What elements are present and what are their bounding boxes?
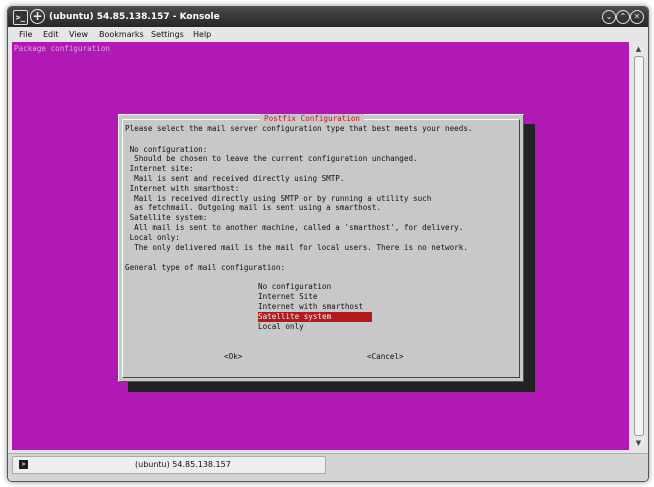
cancel-button[interactable]: <Cancel> bbox=[367, 352, 404, 362]
dialog-text-line: Mail is sent and received directly using… bbox=[125, 174, 345, 183]
menu-help[interactable]: Help bbox=[193, 29, 211, 41]
scrollbar-thumb[interactable] bbox=[634, 56, 644, 436]
tab-bar: > (ubuntu) 54.85.138.157 bbox=[8, 453, 648, 481]
chevron-up-circle-icon: ⌃ bbox=[619, 12, 627, 21]
dialog-prompt: Please select the mail server configurat… bbox=[125, 124, 473, 133]
option-local-only[interactable]: Local only bbox=[258, 322, 372, 332]
konsole-terminal-icon[interactable]: >_ bbox=[13, 10, 28, 25]
menu-edit[interactable]: Edit bbox=[43, 29, 59, 41]
terminal-icon: > bbox=[19, 460, 28, 469]
dialog-text-line: Should be chosen to leave the current co… bbox=[125, 154, 418, 163]
dialog-title: Postfix Configuration bbox=[260, 114, 365, 124]
plus-circle-icon[interactable]: + bbox=[30, 9, 45, 24]
option-satellite-system[interactable]: Satellite system bbox=[258, 312, 372, 322]
dialog-text-line: Internet site: bbox=[125, 164, 194, 173]
terminal-area[interactable]: Package configuration Postfix Configurat… bbox=[12, 42, 629, 450]
package-configuration-title: Package configuration bbox=[14, 44, 111, 53]
maximize-button[interactable]: ⌃ bbox=[616, 10, 630, 24]
menu-view[interactable]: View bbox=[69, 29, 88, 41]
option-internet-site[interactable]: Internet Site bbox=[258, 292, 372, 302]
menu-bar: File Edit View Bookmarks Settings Help bbox=[8, 27, 648, 42]
dialog-text-line: as fetchmail. Outgoing mail is sent usin… bbox=[125, 203, 382, 212]
arrow-up-icon[interactable]: ▲ bbox=[633, 44, 644, 54]
chevron-down-circle-icon: ⌄ bbox=[605, 12, 613, 21]
postfix-dialog: Postfix Configuration Please select the … bbox=[118, 114, 524, 382]
tab-label: (ubuntu) 54.85.138.157 bbox=[135, 460, 231, 469]
dialog-text-line: Satellite system: bbox=[125, 213, 208, 222]
dialog-text-line: Internet with smarthost: bbox=[125, 184, 240, 193]
minimize-button[interactable]: ⌄ bbox=[602, 10, 616, 24]
tab-session[interactable]: > (ubuntu) 54.85.138.157 bbox=[12, 456, 326, 474]
dialog-text-line: All mail is sent to another machine, cal… bbox=[125, 223, 464, 232]
option-internet-with-smarthost[interactable]: Internet with smarthost bbox=[258, 302, 372, 312]
close-circle-icon: ✕ bbox=[633, 12, 641, 21]
menu-settings[interactable]: Settings bbox=[151, 29, 184, 41]
window-title: (ubuntu) 54.85.138.157 - Konsole bbox=[49, 12, 220, 22]
close-button[interactable]: ✕ bbox=[630, 10, 644, 24]
general-type-label: General type of mail configuration: bbox=[125, 263, 286, 272]
title-bar[interactable]: >_ + (ubuntu) 54.85.138.157 - Konsole ⌄ … bbox=[8, 7, 648, 27]
dialog-text-line: The only delivered mail is the mail for … bbox=[125, 243, 468, 252]
dialog-text-line: Local only: bbox=[125, 233, 180, 242]
menu-bookmarks[interactable]: Bookmarks bbox=[99, 29, 144, 41]
menu-file[interactable]: File bbox=[19, 29, 32, 41]
arrow-down-icon[interactable]: ▼ bbox=[633, 438, 644, 448]
option-no-configuration[interactable]: No configuration bbox=[258, 282, 372, 292]
konsole-window: >_ + (ubuntu) 54.85.138.157 - Konsole ⌄ … bbox=[7, 6, 649, 482]
vertical-scrollbar[interactable]: ▲ ▼ bbox=[633, 42, 644, 450]
ok-button[interactable]: <Ok> bbox=[224, 352, 242, 362]
